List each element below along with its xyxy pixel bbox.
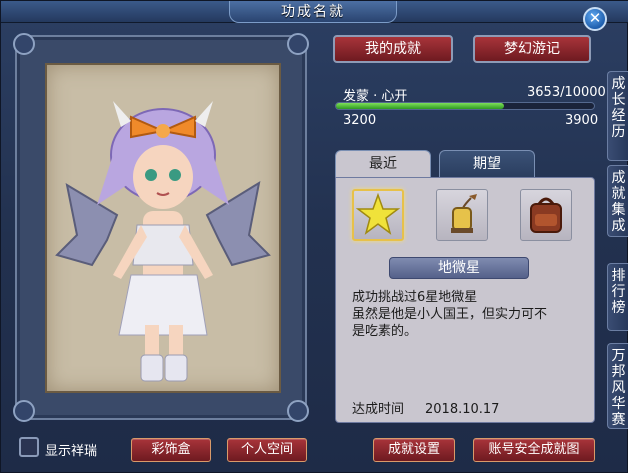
show-auspicious-checkbox[interactable] xyxy=(19,437,39,457)
lantern-icon xyxy=(451,194,477,233)
show-auspicious-label: 显示祥瑞 xyxy=(45,444,98,459)
achievement-name: 地微星 xyxy=(389,257,529,279)
achievement-slot-2[interactable] xyxy=(436,189,488,241)
star-icon xyxy=(355,192,401,235)
personal-space-button[interactable]: 个人空间 xyxy=(227,438,307,462)
my-achievements-button[interactable]: 我的成就 xyxy=(333,35,453,63)
tab-recent[interactable]: 最近 xyxy=(335,150,431,178)
achieved-date: 2018.10.17 xyxy=(425,402,500,417)
progress-bar xyxy=(335,102,595,110)
backpack-icon xyxy=(530,197,562,233)
close-icon: ✕ xyxy=(588,9,602,27)
account-security-button[interactable]: 账号安全成就图 xyxy=(473,438,595,462)
decoration-box-button[interactable]: 彩饰盒 xyxy=(131,438,211,462)
side-tab-collection[interactable]: 成就集成 xyxy=(607,165,628,237)
side-tab-ranking[interactable]: 排行榜 xyxy=(607,263,628,331)
frame-corner-ornament xyxy=(287,33,309,55)
frame-corner-ornament xyxy=(13,33,35,55)
progress-range-max: 3900 xyxy=(565,113,599,128)
achievement-slot-3[interactable] xyxy=(520,189,572,241)
title-bar: 功成名就 xyxy=(1,1,628,23)
achievement-window: 功成名就 ✕ 我的成就 梦幻游记 发蒙 · 心开 3653/10000 3200… xyxy=(0,0,628,473)
side-tab-contest[interactable]: 万邦风华赛 xyxy=(607,343,628,429)
progress-bar-fill xyxy=(336,103,504,109)
close-button[interactable]: ✕ xyxy=(583,7,607,31)
achievement-desc-line-1: 成功挑战过6星地微星 xyxy=(352,290,478,305)
tab-expected[interactable]: 期望 xyxy=(439,150,535,178)
achieved-time-label: 达成时间 xyxy=(352,402,405,417)
achievement-slot-1[interactable] xyxy=(352,189,404,241)
achievement-desc-line-3: 是吃素的。 xyxy=(352,324,418,339)
title-plate: 功成名就 xyxy=(229,1,397,23)
achievement-settings-button[interactable]: 成就设置 xyxy=(373,438,455,462)
progress-current-total: 3653/10000 xyxy=(527,85,606,100)
character-portrait xyxy=(45,63,281,393)
dream-travels-button[interactable]: 梦幻游记 xyxy=(473,35,591,63)
character-figure xyxy=(55,101,271,382)
progress-range-min: 3200 xyxy=(343,113,377,128)
achievement-desc-line-2: 虽然是他是小人国王，但实力可不 xyxy=(352,307,548,322)
frame-corner-ornament xyxy=(287,400,309,422)
side-tab-growth[interactable]: 成长经历 xyxy=(607,71,628,161)
window-title: 功成名就 xyxy=(281,4,345,20)
frame-corner-ornament xyxy=(13,400,35,422)
character-portrait-frame xyxy=(13,33,309,422)
